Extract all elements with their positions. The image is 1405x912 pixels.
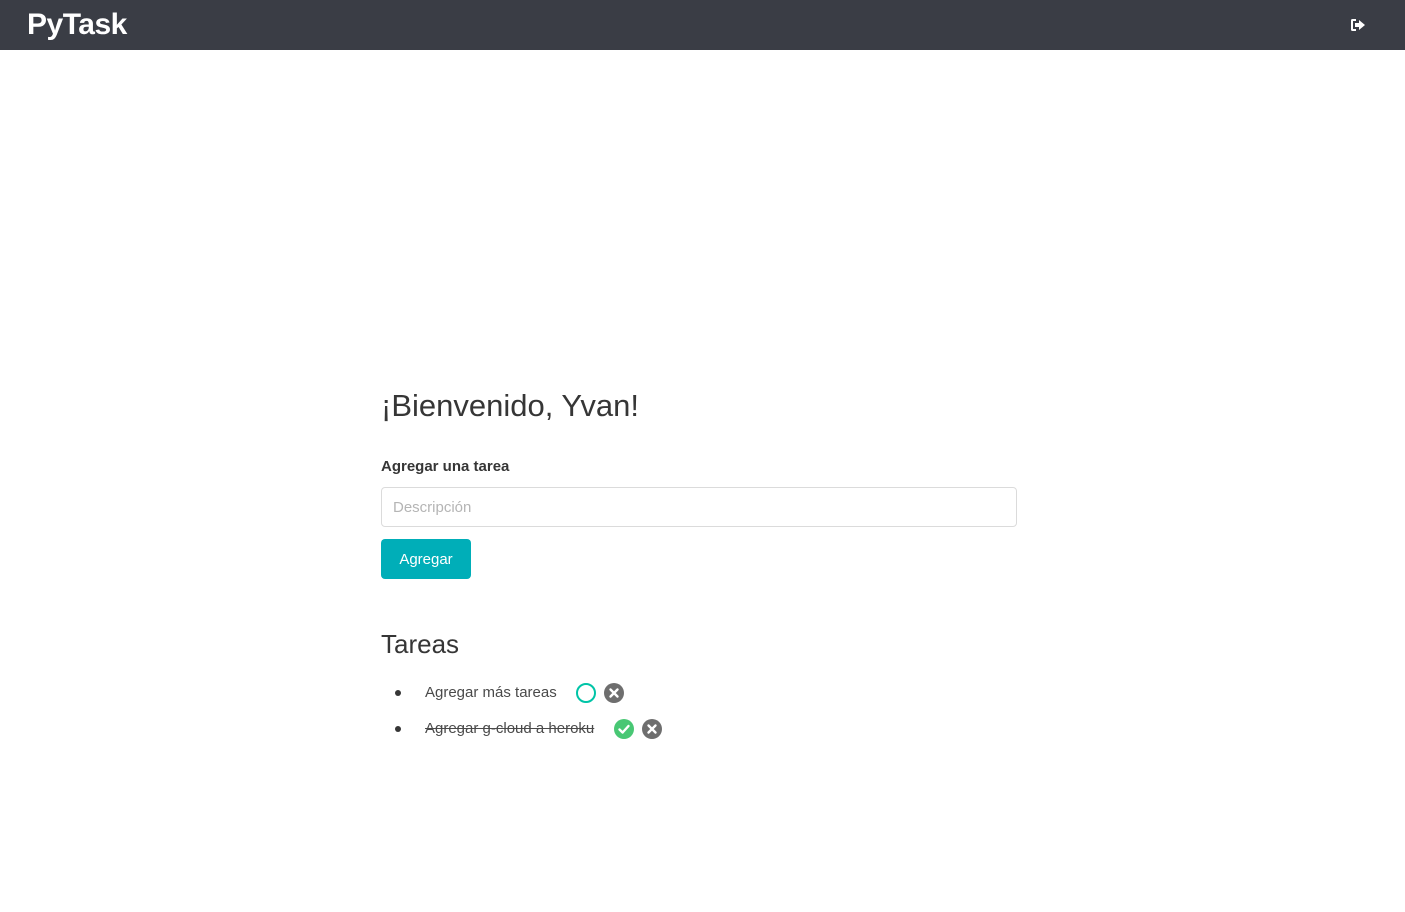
times-circle-icon[interactable]: [641, 718, 663, 740]
bullet-icon: [395, 726, 401, 732]
task-text: Agregar más tareas: [425, 684, 557, 701]
brand-logo[interactable]: PyTask: [27, 10, 127, 40]
times-circle-icon[interactable]: [603, 682, 625, 704]
main-content: ¡Bienvenido, Yvan! Agregar una tarea Agr…: [381, 385, 1017, 747]
bullet-icon: [395, 690, 401, 696]
welcome-heading: ¡Bienvenido, Yvan!: [381, 388, 639, 423]
navbar: PyTask: [0, 0, 1405, 50]
check-circle-icon[interactable]: [613, 718, 635, 740]
add-task-button[interactable]: Agregar: [381, 539, 471, 579]
task-list: Agregar más tareas Agregar g-cloud a her…: [381, 675, 1017, 747]
task-text: Agregar g-cloud a heroku: [425, 720, 595, 737]
task-item: Agregar g-cloud a heroku: [381, 711, 1017, 747]
circle-outline-icon[interactable]: [575, 682, 597, 704]
tasks-heading: Tareas: [381, 629, 460, 659]
add-task-label: Agregar una tarea: [381, 458, 510, 475]
sign-out-icon[interactable]: [1347, 14, 1369, 36]
description-input[interactable]: [381, 487, 1017, 527]
task-item: Agregar más tareas: [381, 675, 1017, 711]
